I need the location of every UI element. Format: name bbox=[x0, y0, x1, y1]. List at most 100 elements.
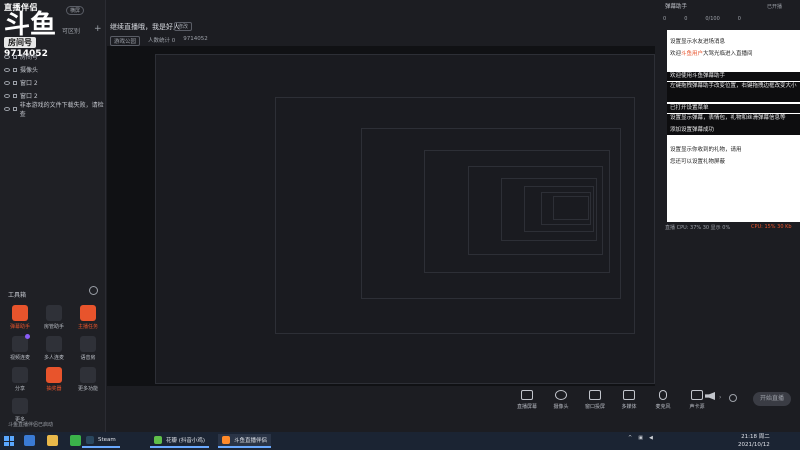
room-info-row: 游戏公园 人数统计 0 9714052 bbox=[110, 36, 208, 46]
source-list: 房间号 摄像头 窗口 2 窗口 2 非本游戏的文件下载失败，请检查 bbox=[4, 50, 104, 118]
lock-icon[interactable] bbox=[12, 106, 17, 111]
eye-icon[interactable] bbox=[4, 67, 10, 72]
tray-chevron-icon[interactable]: ^ bbox=[628, 435, 632, 441]
folder-icon[interactable] bbox=[47, 435, 58, 446]
fans-count: 人数统计 0 bbox=[148, 38, 176, 44]
lock-icon[interactable] bbox=[13, 67, 17, 72]
stat-value: 0 bbox=[663, 16, 667, 22]
chat-message: 欢迎斗鱼用户大驾光临进入直播间 bbox=[667, 50, 800, 59]
room-badge: 房间号 bbox=[4, 37, 36, 48]
toolbox-title: 工具箱 bbox=[8, 292, 27, 299]
microphone-button[interactable]: 麦克风 bbox=[651, 390, 675, 410]
tool-danmu-helper[interactable]: 弹幕助手 bbox=[3, 305, 37, 330]
scene-label[interactable]: 可区别 bbox=[62, 26, 80, 35]
chat-message: 已打开设置菜单 bbox=[667, 104, 800, 113]
source-item[interactable]: 非本游戏的文件下载失败，请检查 bbox=[4, 101, 104, 118]
tool-anchor-task[interactable]: 主播任务 bbox=[71, 305, 105, 330]
live-preview[interactable] bbox=[107, 46, 655, 386]
eye-icon[interactable] bbox=[4, 93, 10, 98]
settings-circle-icon[interactable] bbox=[729, 394, 737, 402]
screen-capture-button[interactable]: 直播屏幕 bbox=[515, 390, 539, 410]
sound-card-button[interactable]: 声卡源 bbox=[685, 390, 709, 410]
bb-label: 麦克风 bbox=[655, 404, 671, 410]
speaker-tray-icon[interactable]: ◀ bbox=[649, 435, 653, 441]
pinned-icons bbox=[24, 435, 81, 446]
chat-message: 设置显示你收到的礼物，请用 bbox=[667, 146, 800, 155]
network-icon[interactable]: ▣ bbox=[638, 435, 643, 441]
edge-icon[interactable] bbox=[24, 435, 35, 446]
mode-toggle[interactable]: 横屏 bbox=[66, 6, 85, 15]
tool-label: 弹幕助手 bbox=[9, 324, 30, 330]
tool-label: 抽奖器 bbox=[46, 386, 62, 392]
chevron-right-icon[interactable]: › bbox=[719, 394, 721, 401]
bb-label: 摄像头 bbox=[553, 404, 569, 410]
tool-label: 更多功能 bbox=[77, 386, 98, 392]
extra-buttons bbox=[729, 394, 737, 402]
app-logo: 直播伴侣 斗鱼 房间号 9714052 bbox=[4, 2, 62, 59]
eye-icon[interactable] bbox=[4, 80, 10, 85]
add-source-button[interactable]: + bbox=[94, 24, 102, 34]
voice-room-icon bbox=[80, 336, 96, 352]
bb-label: 窗口投屏 bbox=[584, 404, 605, 410]
perf-footer: 直播 CPU: 37% 30 显示 0% CPU: 15% 30 Kb bbox=[655, 222, 800, 234]
windows-start-icon[interactable] bbox=[4, 436, 14, 446]
start-live-button[interactable]: 开始直播 bbox=[753, 392, 791, 406]
eye-icon[interactable] bbox=[4, 106, 10, 111]
media-button[interactable]: 多媒体 bbox=[617, 390, 641, 410]
system-tray: ^ ▣ ◀ bbox=[628, 435, 653, 441]
eye-icon[interactable] bbox=[4, 54, 10, 59]
window-capture-button[interactable]: 窗口投屏 bbox=[583, 390, 607, 410]
chat-message: 欢迎使用斗鱼弹幕助手 bbox=[667, 72, 800, 81]
category-tag[interactable]: 游戏公园 bbox=[110, 36, 141, 46]
source-buttons: 直播屏幕 摄像头 窗口投屏 多媒体 麦克风 声卡源 bbox=[515, 390, 709, 410]
source-label: 窗口 2 bbox=[20, 80, 38, 87]
tool-lottery[interactable]: 抽奖器 bbox=[37, 367, 71, 392]
app-label: Steam bbox=[98, 437, 116, 443]
right-panel: 弹幕助手 已开播 0 0 0/100 0 设置显示水友进场消息 欢迎斗鱼用户大驾… bbox=[655, 0, 800, 386]
bottom-toolbar: 直播屏幕 摄像头 窗口投屏 多媒体 麦克风 声卡源 › 开始直播 bbox=[107, 386, 800, 432]
chat-message: 左键拖拽弹幕助手改变位置，右键拖拽边框改变大小 bbox=[667, 82, 800, 102]
microphone-icon bbox=[659, 390, 667, 400]
source-item[interactable]: 窗口 2 bbox=[4, 76, 104, 89]
toolbox-grid: 弹幕助手 房管助手 主播任务 视频连麦 多人连麦 语音房 分享 抽奖器 更多功能… bbox=[3, 305, 105, 423]
danmu-chat-overlay[interactable]: 设置显示水友进场消息 欢迎斗鱼用户大驾光临进入直播间 欢迎使用斗鱼弹幕助手 左键… bbox=[667, 30, 800, 224]
chat-text: 大驾光临进入直播间 bbox=[703, 51, 753, 57]
tool-label: 分享 bbox=[14, 386, 25, 392]
taskbar-app-steam[interactable]: Steam bbox=[82, 434, 120, 448]
source-label: 摄像头 bbox=[20, 67, 39, 74]
lock-icon[interactable] bbox=[13, 80, 17, 85]
tool-multi-link[interactable]: 多人连麦 bbox=[37, 336, 71, 361]
tool-share[interactable]: 分享 bbox=[3, 367, 37, 392]
taskbar-app-douyu[interactable]: 斗鱼直播伴侣 bbox=[218, 434, 272, 448]
left-panel: 直播伴侣 斗鱼 房间号 9714052 可区别 + 房间号 摄像头 窗口 2 窗… bbox=[0, 0, 106, 432]
camera-button[interactable]: 摄像头 bbox=[549, 390, 573, 410]
tool-room-admin[interactable]: 房管助手 bbox=[37, 305, 71, 330]
lock-icon[interactable] bbox=[13, 93, 17, 98]
system-clock[interactable]: 21:18 周二 2021/10/12 bbox=[738, 433, 770, 449]
edit-announcement-button[interactable]: 修改 bbox=[174, 22, 193, 31]
more-icon bbox=[12, 398, 28, 414]
tool-more[interactable]: 更多 bbox=[3, 398, 37, 423]
tool-label: 视频连麦 bbox=[9, 355, 30, 361]
lock-icon[interactable] bbox=[13, 54, 17, 59]
app-label: 斗鱼直播伴侣 bbox=[234, 438, 268, 444]
windows-taskbar: Steam 花瓣 (抖音小鸡) 斗鱼直播伴侣 ^ ▣ ◀ 21:18 周二 20… bbox=[0, 432, 800, 450]
stat-value: 0/100 bbox=[705, 16, 720, 22]
taskbar-app-huaban[interactable]: 花瓣 (抖音小鸡) bbox=[150, 434, 210, 448]
tool-voice-room[interactable]: 语音房 bbox=[71, 336, 105, 361]
tool-more-features[interactable]: 更多功能 bbox=[71, 367, 105, 392]
chat-message: 添加设置弹幕成功 bbox=[667, 126, 800, 135]
source-label: 非本游戏的文件下载失败，请检查 bbox=[19, 101, 104, 118]
source-item[interactable]: 摄像头 bbox=[4, 63, 104, 76]
tool-video-link[interactable]: 视频连麦 bbox=[3, 334, 37, 361]
chat-message: 设置显示弹幕，表情包，礼物和丝滑弹幕信息等 bbox=[667, 114, 800, 126]
source-item[interactable]: 房间号 bbox=[4, 50, 104, 63]
monitor-icon bbox=[521, 390, 533, 400]
store-icon[interactable] bbox=[70, 435, 81, 446]
task-icon bbox=[80, 305, 96, 321]
stat-value: 0 bbox=[684, 16, 688, 22]
gear-icon[interactable] bbox=[89, 286, 98, 295]
nested-capture-frame bbox=[552, 196, 589, 220]
app-label: 花瓣 (抖音小鸡) bbox=[166, 438, 206, 444]
danmu-panel-title: 弹幕助手 bbox=[665, 4, 688, 10]
